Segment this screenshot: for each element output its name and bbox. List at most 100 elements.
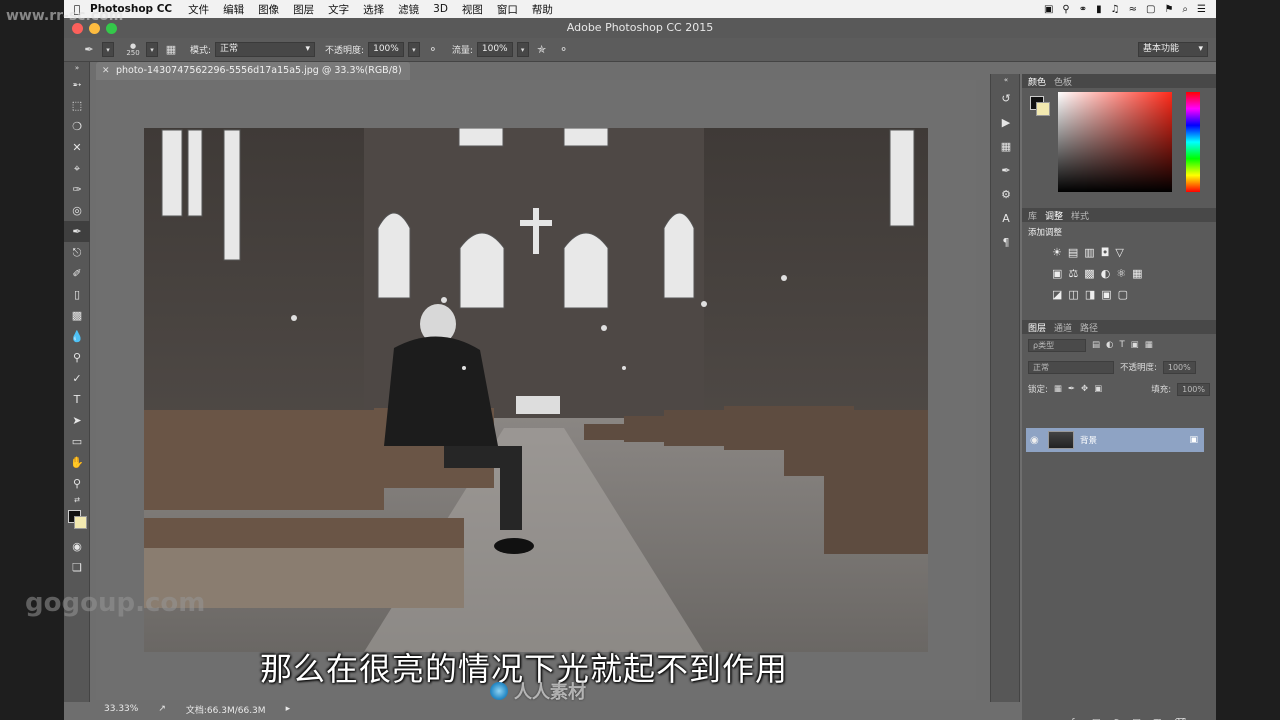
blend-mode-select[interactable]: 正常: [1028, 360, 1114, 374]
blur-tool-icon[interactable]: 💧: [64, 326, 90, 347]
black-white-icon[interactable]: ▩: [1084, 267, 1094, 280]
swap-colors-icon[interactable]: ⇄: [64, 494, 90, 506]
character-panel-icon[interactable]: A: [991, 206, 1021, 230]
history-brush-tool-icon[interactable]: ✐: [64, 263, 90, 284]
lasso-tool-icon[interactable]: ❍: [64, 116, 90, 137]
export-icon[interactable]: ↗: [158, 704, 166, 714]
brush-presets-icon[interactable]: ✒: [991, 158, 1021, 182]
history-panel-icon[interactable]: ↺: [991, 86, 1021, 110]
exposure-icon[interactable]: ◘: [1101, 246, 1110, 259]
flag-icon[interactable]: ⚑: [1164, 4, 1173, 15]
pen-tool-icon[interactable]: ✓: [64, 368, 90, 389]
airbrush-icon[interactable]: ✯: [533, 41, 551, 59]
move-tool-icon[interactable]: ➵: [64, 74, 90, 95]
hue-slider[interactable]: [1186, 92, 1200, 192]
document-photo[interactable]: [144, 128, 928, 652]
healing-brush-tool-icon[interactable]: ◎: [64, 200, 90, 221]
dock-collapse-icon[interactable]: «: [991, 74, 1021, 86]
crop-tool-icon[interactable]: ⌖: [64, 158, 90, 179]
menu-layer[interactable]: 图层: [293, 2, 314, 17]
list-icon[interactable]: ☰: [1197, 4, 1206, 15]
color-field[interactable]: [1058, 92, 1172, 192]
type-tool-icon[interactable]: T: [64, 389, 90, 410]
fill-input[interactable]: 100%: [1177, 382, 1210, 396]
filter-shape-icon[interactable]: ▣: [1131, 340, 1139, 350]
hue-saturation-icon[interactable]: ▣: [1052, 267, 1062, 280]
layer-name[interactable]: 背景: [1080, 434, 1097, 446]
opacity-input[interactable]: 100%: [368, 42, 404, 57]
background-color-swatch[interactable]: [74, 516, 87, 529]
gradient-tool-icon[interactable]: ▩: [64, 305, 90, 326]
tool-preset-dropdown[interactable]: ▾: [102, 42, 114, 57]
lock-pixels-icon[interactable]: ✒: [1068, 384, 1075, 394]
vibrance-icon[interactable]: ▽: [1115, 246, 1123, 259]
opacity-dropdown[interactable]: ▾: [407, 42, 420, 57]
dodge-tool-icon[interactable]: ⚲: [64, 347, 90, 368]
flow-dropdown[interactable]: ▾: [516, 42, 529, 57]
pressure-size-icon[interactable]: ⚬: [555, 41, 573, 59]
adjustments-icon[interactable]: ⚙: [991, 182, 1021, 206]
levels-icon[interactable]: ▤: [1068, 246, 1078, 259]
zoom-tool-icon[interactable]: ⚲: [64, 473, 90, 494]
pressure-opacity-icon[interactable]: ⚬: [424, 41, 442, 59]
quick-mask-icon[interactable]: ◉: [64, 536, 90, 557]
brush-panel-icon[interactable]: ▦: [162, 41, 180, 59]
creative-cloud-icon[interactable]: ⚭: [1079, 4, 1087, 15]
brush-picker-dropdown[interactable]: ▾: [146, 42, 158, 57]
menu-view[interactable]: 视图: [462, 2, 483, 17]
panel-background-swatch[interactable]: [1036, 102, 1050, 116]
menu-help[interactable]: 帮助: [532, 2, 553, 17]
menu-select[interactable]: 选择: [363, 2, 384, 17]
paragraph-panel-icon[interactable]: ¶: [991, 230, 1021, 254]
visibility-eye-icon[interactable]: ◉: [1030, 435, 1042, 446]
tab-styles[interactable]: 样式: [1071, 209, 1089, 222]
close-window-icon[interactable]: [72, 23, 83, 34]
menu-image[interactable]: 图像: [258, 2, 279, 17]
brush-tool-preset-icon[interactable]: ✒: [80, 41, 98, 59]
menu-file[interactable]: 文件: [188, 2, 209, 17]
close-tab-icon[interactable]: ✕: [102, 62, 110, 80]
screen-mode-icon[interactable]: ❏: [64, 557, 90, 578]
selective-color-icon[interactable]: ▢: [1118, 288, 1128, 301]
minimize-window-icon[interactable]: [89, 23, 100, 34]
tab-libraries[interactable]: 库: [1028, 209, 1037, 222]
filter-adjustment-icon[interactable]: ◐: [1106, 340, 1113, 350]
layer-row-background[interactable]: ◉ 背景 ▣: [1026, 428, 1204, 452]
layer-kind-filter[interactable]: ρ类型: [1028, 338, 1086, 352]
properties-panel-icon[interactable]: ▦: [991, 134, 1021, 158]
lock-transparent-icon[interactable]: ▦: [1054, 384, 1062, 394]
photo-filter-icon[interactable]: ◐: [1101, 267, 1111, 280]
clone-stamp-tool-icon[interactable]: ⎋: [64, 242, 90, 263]
invert-icon[interactable]: ◪: [1052, 288, 1062, 301]
posterize-icon[interactable]: ◫: [1068, 288, 1078, 301]
path-select-tool-icon[interactable]: ➤: [64, 410, 90, 431]
lock-position-icon[interactable]: ✥: [1081, 384, 1088, 394]
battery-icon[interactable]: ▢: [1146, 4, 1155, 15]
document-size-info[interactable]: 文档:66.3M/66.3M: [186, 703, 266, 716]
brightness-icon[interactable]: ☀: [1052, 246, 1062, 259]
spotlight-icon[interactable]: ⚲: [1062, 4, 1069, 15]
layer-opacity-input[interactable]: 100%: [1162, 360, 1196, 374]
color-balance-icon[interactable]: ⚖: [1068, 267, 1078, 280]
tab-adjustments[interactable]: 调整: [1045, 209, 1063, 222]
actions-panel-icon[interactable]: ▶: [991, 110, 1021, 134]
marquee-tool-icon[interactable]: ⬚: [64, 95, 90, 116]
zoom-window-icon[interactable]: [106, 23, 117, 34]
hand-tool-icon[interactable]: ✋: [64, 452, 90, 473]
filter-type-icon[interactable]: T: [1119, 340, 1124, 350]
quick-select-tool-icon[interactable]: ✕: [64, 137, 90, 158]
menu-window[interactable]: 窗口: [497, 2, 518, 17]
wifi-icon[interactable]: ≈: [1129, 4, 1137, 15]
tab-swatches[interactable]: 色板: [1054, 75, 1072, 88]
threshold-icon[interactable]: ◨: [1085, 288, 1095, 301]
canvas-area[interactable]: [96, 80, 976, 700]
tab-color[interactable]: 颜色: [1028, 75, 1046, 88]
tab-layers[interactable]: 图层: [1028, 321, 1046, 334]
menu-type[interactable]: 文字: [328, 2, 349, 17]
toolbar-collapse-icon[interactable]: »: [64, 62, 90, 74]
workspace-select[interactable]: 基本功能 ▾: [1138, 42, 1208, 57]
bookmark-icon[interactable]: ▮: [1096, 4, 1102, 15]
filter-pixel-icon[interactable]: ▤: [1092, 340, 1100, 350]
menu-3d[interactable]: 3D: [433, 3, 448, 15]
gradient-map-icon[interactable]: ▣: [1101, 288, 1111, 301]
